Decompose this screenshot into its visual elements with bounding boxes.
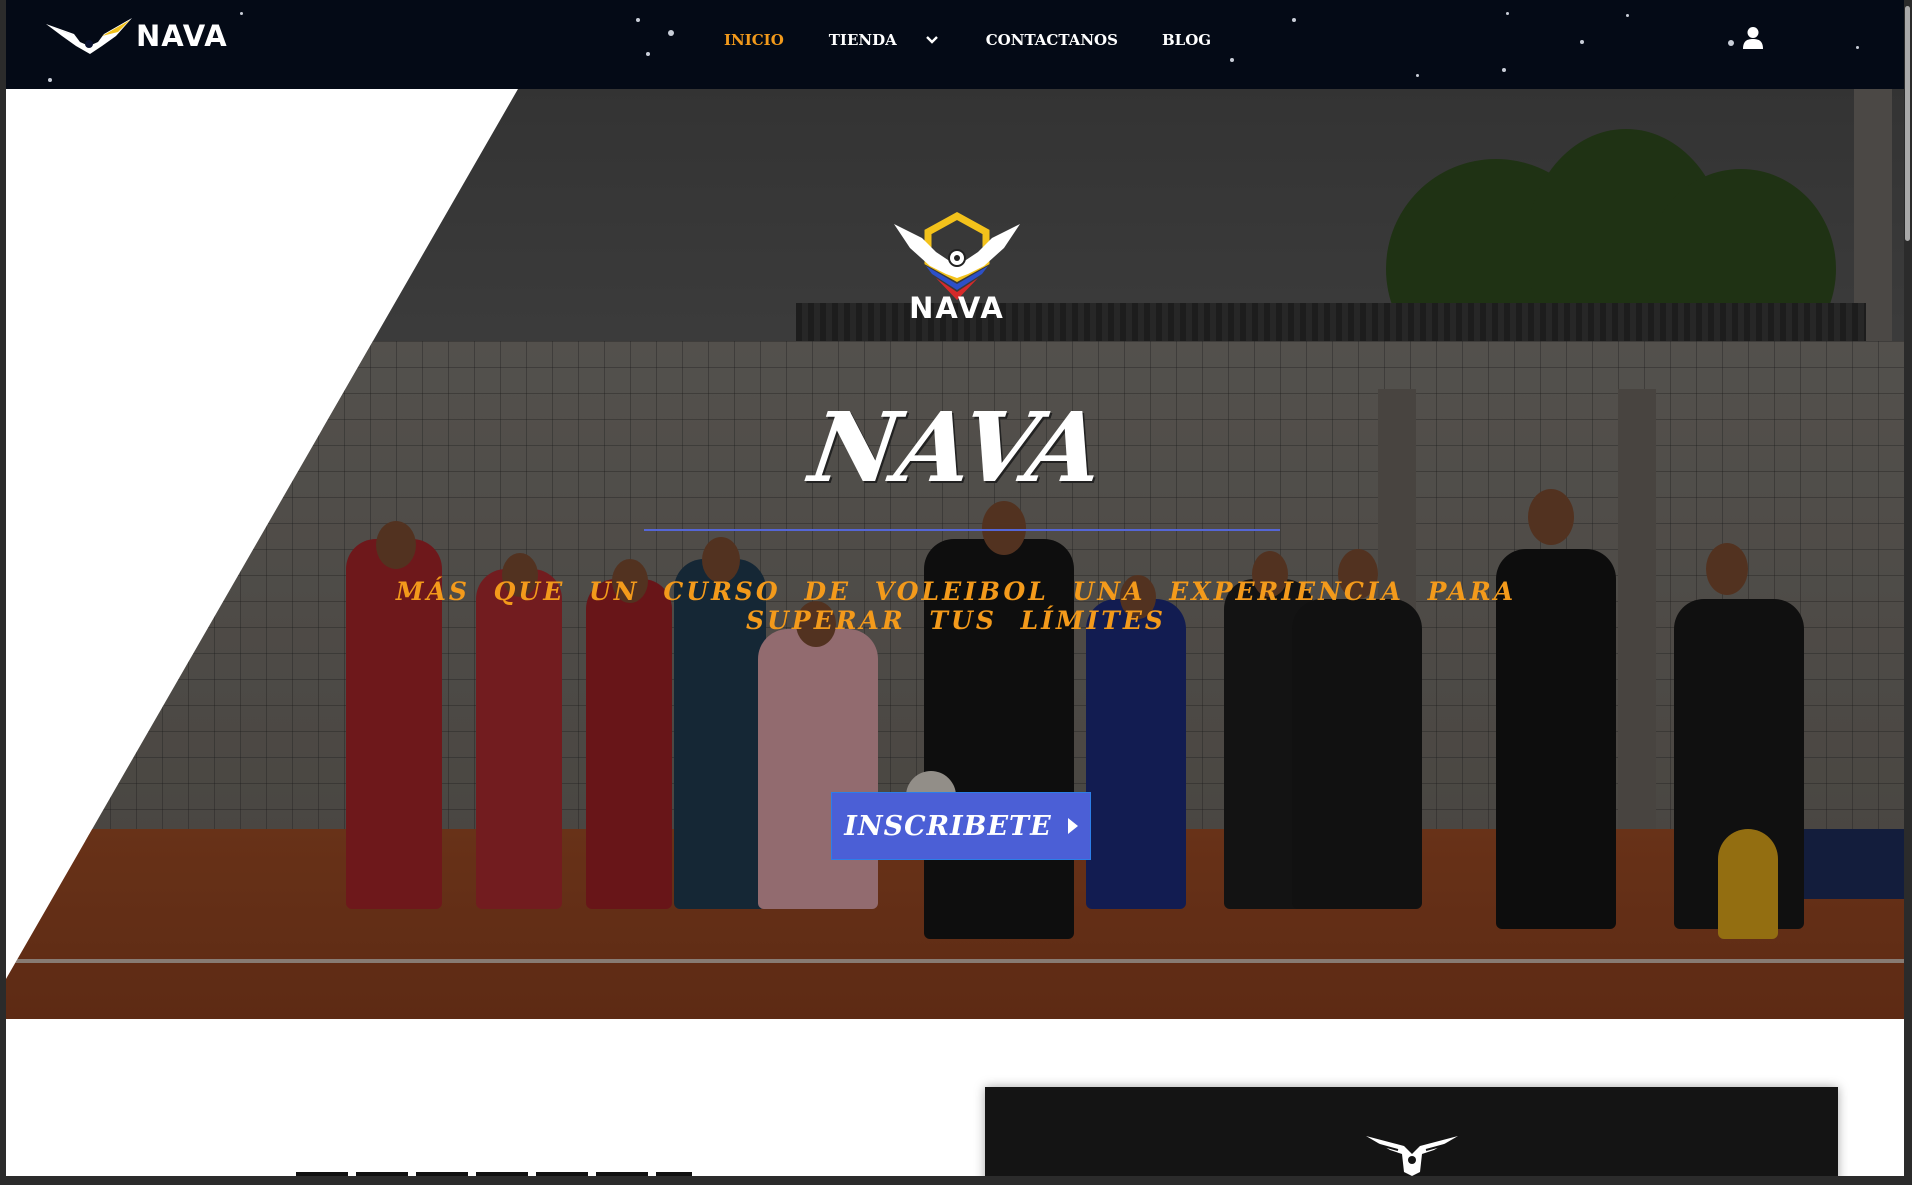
page-frame: NAVA INICIO TIENDA CONTACTANOS BLOG NAVA… [6, 0, 1906, 1176]
user-icon [1743, 27, 1763, 49]
section-heading-partial [296, 1166, 692, 1176]
star-decoration [48, 78, 52, 82]
star-decoration [1856, 46, 1859, 49]
main-nav: INICIO TIENDA CONTACTANOS BLOG [724, 30, 1211, 49]
nav-item-inicio[interactable]: INICIO [724, 31, 784, 49]
star-decoration [1728, 40, 1734, 46]
nav-item-blog[interactable]: BLOG [1162, 31, 1211, 49]
star-decoration [1502, 68, 1506, 72]
inscribete-button[interactable]: INSCRIBETE [831, 792, 1091, 860]
star-decoration [1626, 14, 1629, 17]
user-account-button[interactable] [1742, 26, 1764, 54]
star-decoration [240, 12, 243, 15]
brand-logo-text: NAVA [136, 19, 228, 53]
hero-divider [644, 529, 1280, 531]
star-decoration [1416, 74, 1419, 77]
hero-title: NAVA [803, 391, 1109, 504]
eagle-logo-icon [46, 18, 132, 54]
page-scrollbar[interactable] [1904, 0, 1912, 1176]
star-decoration [1506, 12, 1509, 15]
inscribete-button-label: INSCRIBETE [844, 810, 1052, 842]
hero-logo-text: NAVA [909, 291, 1005, 325]
nav-item-tienda[interactable]: TIENDA [829, 30, 939, 49]
star-decoration [636, 18, 640, 22]
star-decoration [1292, 18, 1296, 22]
brand-logo-link[interactable]: NAVA [44, 16, 228, 56]
star-decoration [646, 52, 650, 56]
hero-section: NAVA NAVA MÁS QUE UN CURSO DE VOLEIBOL U… [6, 89, 1906, 1019]
star-decoration [668, 30, 674, 36]
caret-right-icon [1067, 818, 1078, 834]
card-eagle-logo-icon [1366, 1136, 1458, 1176]
scrollbar-thumb[interactable] [1905, 6, 1910, 241]
nav-item-tienda-label[interactable]: TIENDA [829, 31, 897, 49]
nav-item-contactanos[interactable]: CONTACTANOS [986, 31, 1118, 49]
chevron-down-icon[interactable] [925, 30, 939, 49]
navbar: NAVA INICIO TIENDA CONTACTANOS BLOG [6, 0, 1906, 89]
hero-subtitle: MÁS QUE UN CURSO DE VOLEIBOL UNA EXPERIE… [395, 577, 1517, 635]
star-decoration [1580, 40, 1584, 44]
star-decoration [1230, 58, 1234, 62]
